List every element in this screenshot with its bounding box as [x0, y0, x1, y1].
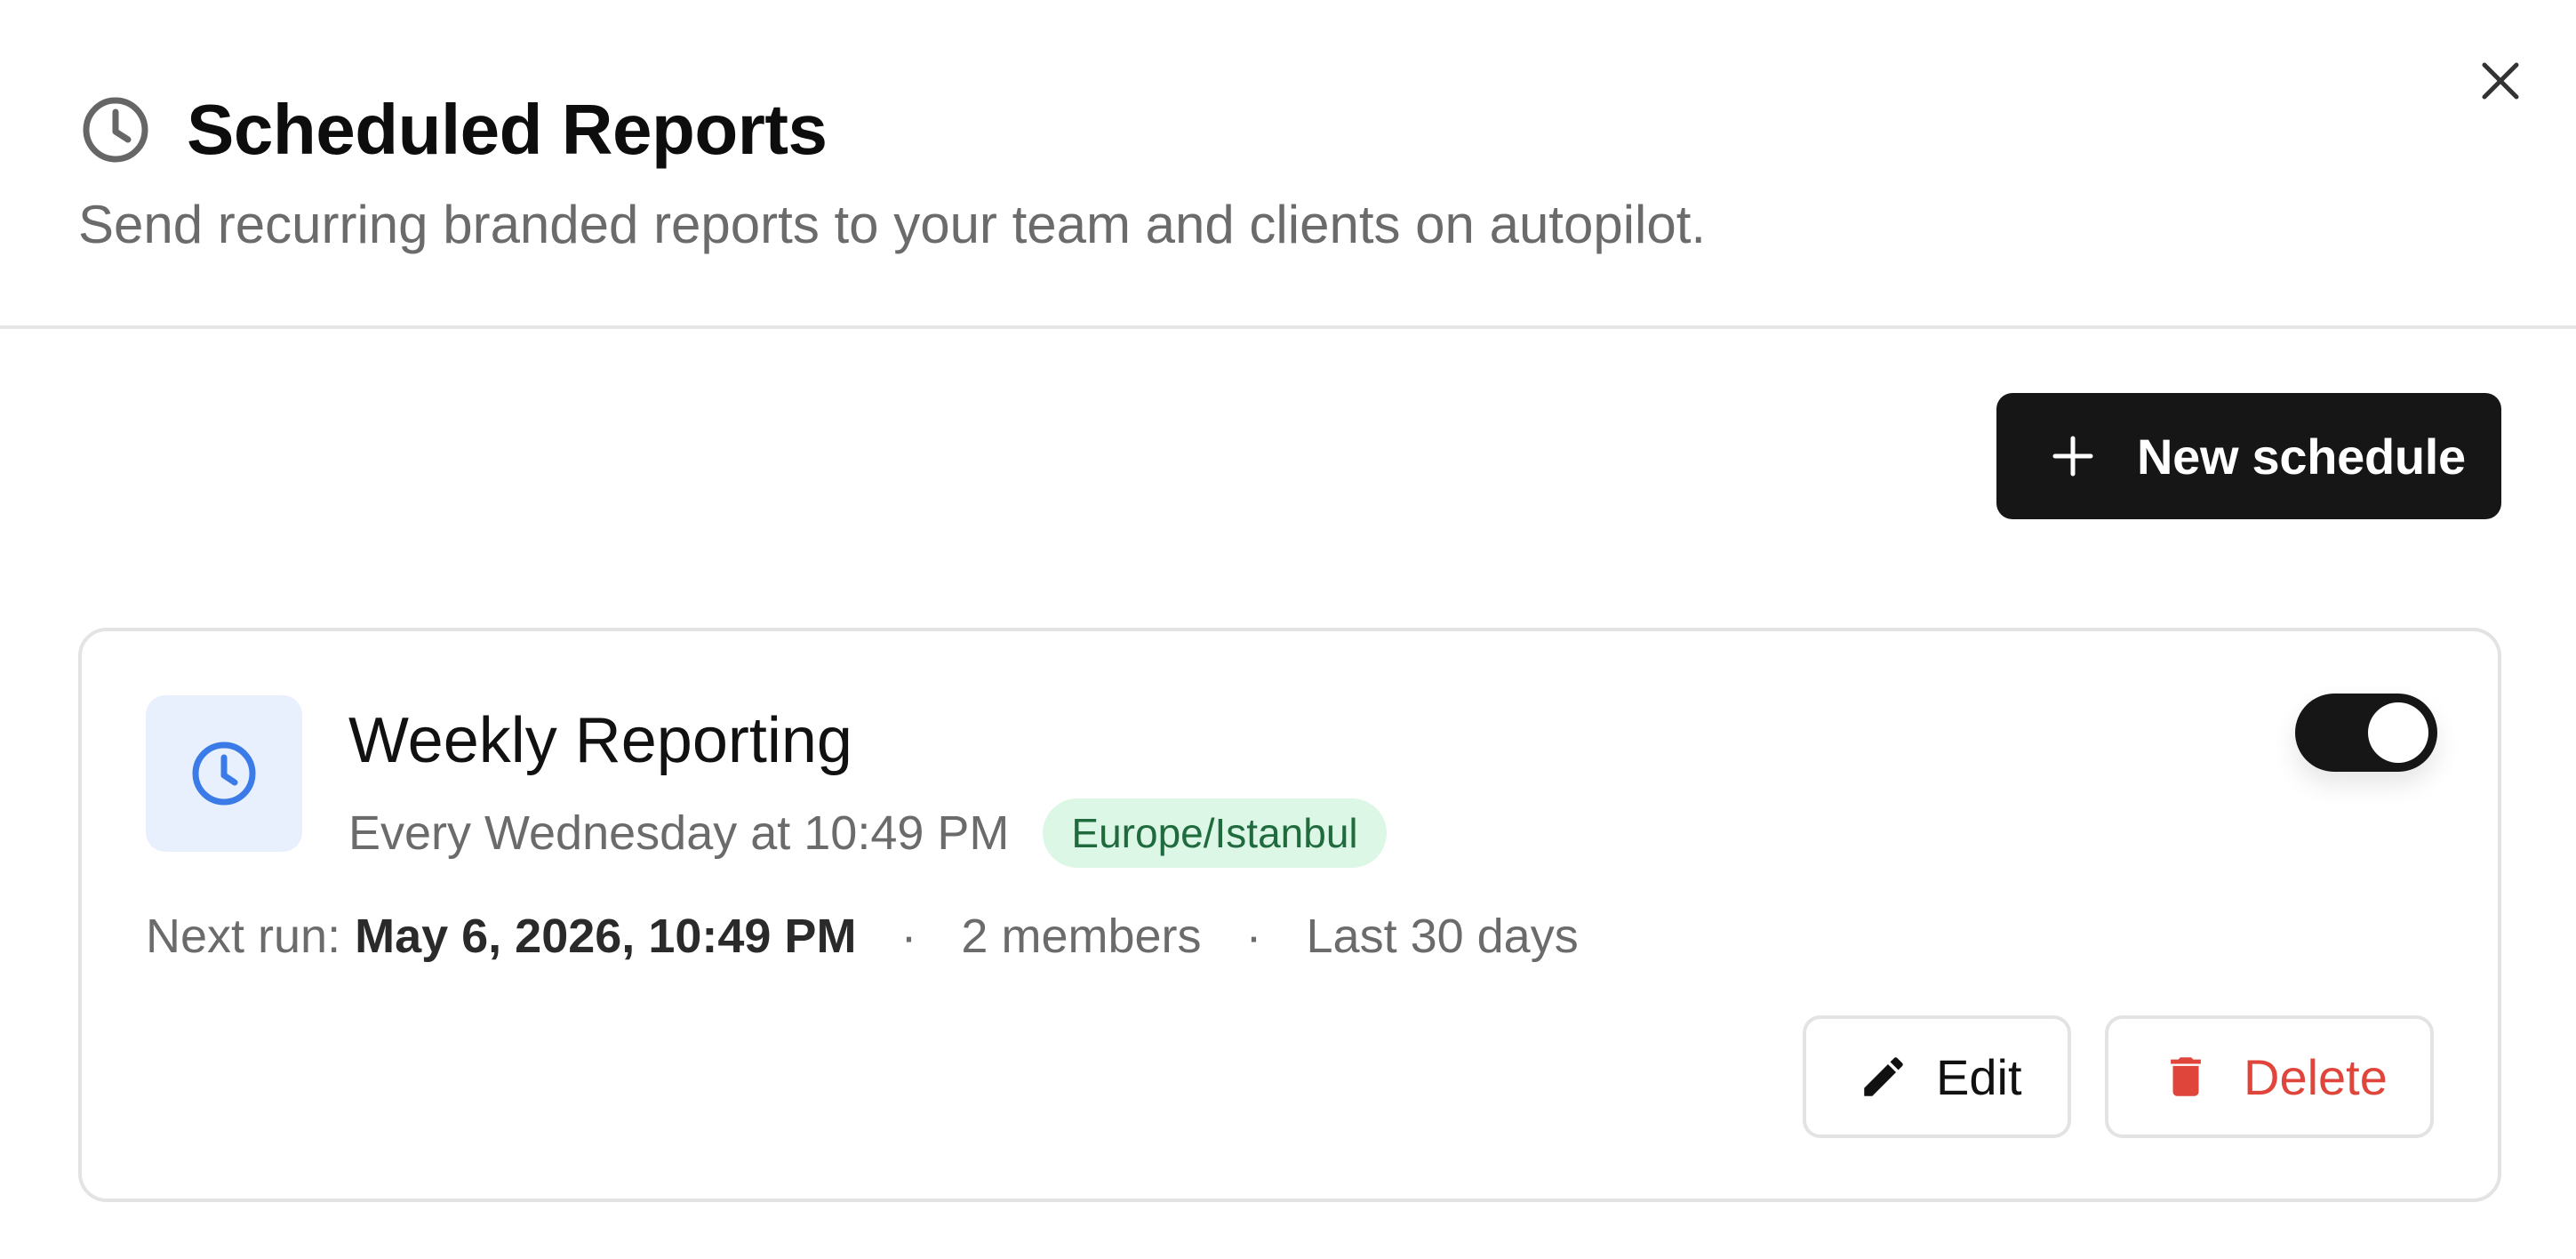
- schedule-card: Weekly Reporting Every Wednesday at 10:4…: [78, 628, 2501, 1202]
- plus-icon: [2052, 436, 2093, 477]
- schedule-frequency: Every Wednesday at 10:49 PM: [348, 806, 1010, 860]
- date-range: Last 30 days: [1306, 910, 1579, 963]
- title-row: Scheduled Reports: [78, 89, 828, 171]
- modal-header: Scheduled Reports Send recurring branded…: [0, 0, 2576, 329]
- next-run-label: Next run:: [146, 910, 341, 963]
- trash-icon: [2160, 1051, 2212, 1103]
- card-actions: Edit Delete: [1803, 1015, 2434, 1138]
- schedule-icon-tile: [146, 695, 302, 852]
- edit-label: Edit: [1936, 1048, 2022, 1105]
- schedule-meta: Next run: May 6, 2026, 10:49 PM · 2 memb…: [146, 909, 1579, 964]
- scheduled-reports-modal: Scheduled Reports Send recurring branded…: [0, 0, 2576, 1259]
- schedule-frequency-row: Every Wednesday at 10:49 PM Europe/Istan…: [348, 798, 1387, 868]
- members-count: 2 members: [961, 910, 1202, 963]
- new-schedule-button[interactable]: New schedule: [1996, 393, 2501, 519]
- timezone-badge: Europe/Istanbul: [1043, 798, 1387, 868]
- delete-button[interactable]: Delete: [2105, 1015, 2434, 1138]
- meta-separator: ·: [1245, 910, 1262, 963]
- page-title: Scheduled Reports: [187, 90, 828, 169]
- schedule-enabled-toggle[interactable]: [2295, 694, 2437, 772]
- clock-icon: [78, 92, 153, 167]
- delete-label: Delete: [2244, 1048, 2388, 1105]
- edit-button[interactable]: Edit: [1803, 1015, 2071, 1138]
- pencil-icon: [1858, 1051, 1909, 1103]
- schedule-name: Weekly Reporting: [348, 705, 852, 776]
- page-subtitle: Send recurring branded reports to your t…: [78, 195, 1707, 254]
- close-icon[interactable]: [2481, 61, 2520, 100]
- clock-icon: [192, 742, 256, 806]
- meta-separator: ·: [900, 910, 917, 963]
- new-schedule-label: New schedule: [2137, 428, 2466, 485]
- next-run-value: May 6, 2026, 10:49 PM: [355, 910, 857, 963]
- close-button[interactable]: [2469, 50, 2532, 112]
- toggle-knob: [2368, 702, 2428, 763]
